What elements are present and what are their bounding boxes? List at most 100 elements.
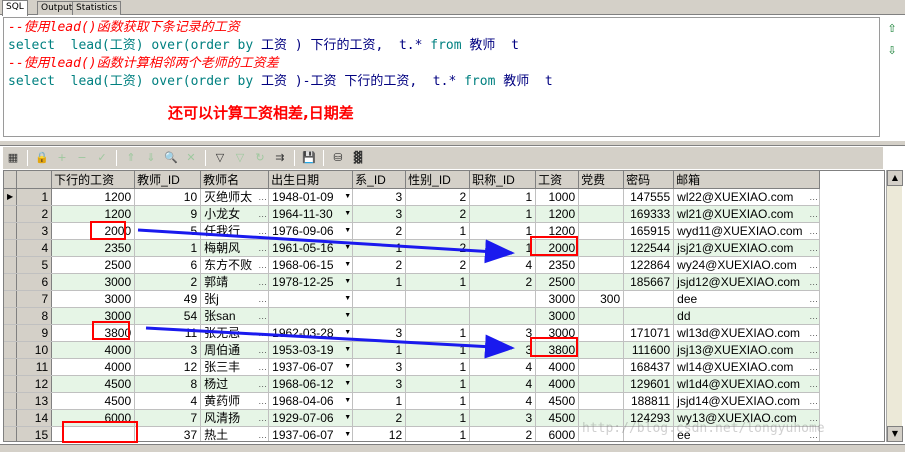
ellipsis-icon[interactable]: …: [258, 257, 267, 273]
table-cell[interactable]: 1937-06-07 ▼: [268, 426, 354, 441]
ellipsis-icon[interactable]: …: [258, 223, 267, 239]
table-cell[interactable]: wl1d4@XUEXIAO.com…: [673, 375, 821, 393]
table-cell[interactable]: jsjd12@XUEXIAO.com…: [673, 273, 821, 291]
table-cell[interactable]: [623, 290, 675, 308]
ellipsis-icon[interactable]: …: [809, 308, 818, 324]
table-cell[interactable]: 4000: [535, 375, 580, 393]
table-cell[interactable]: 4000: [535, 358, 580, 376]
table-cell[interactable]: 1978-12-25 ▼: [268, 273, 354, 291]
table-cell[interactable]: wy24@XUEXIAO.com…: [673, 256, 821, 274]
table-cell[interactable]: 1: [405, 341, 471, 359]
table-cell[interactable]: 2350: [535, 256, 580, 274]
table-cell[interactable]: 4500: [51, 375, 136, 393]
column-header[interactable]: 下行的工资: [51, 171, 136, 189]
table-cell[interactable]: 1200: [51, 188, 136, 206]
table-cell[interactable]: 3000: [535, 290, 580, 308]
table-cell[interactable]: 11: [134, 324, 202, 342]
table-cell[interactable]: dee…: [673, 290, 821, 308]
table-cell[interactable]: 3: [352, 375, 407, 393]
table-cell[interactable]: wl14@XUEXIAO.com…: [673, 358, 821, 376]
table-cell[interactable]: 111600: [623, 341, 675, 359]
table-cell[interactable]: 9: [134, 205, 202, 223]
ellipsis-icon[interactable]: …: [258, 308, 267, 324]
table-cell[interactable]: 张san…: [200, 307, 270, 325]
table-cell[interactable]: 张j…: [200, 290, 270, 308]
column-header[interactable]: 密码: [623, 171, 675, 189]
table-cell[interactable]: [578, 307, 625, 325]
table-cell[interactable]: 49: [134, 290, 202, 308]
table-row[interactable]: 6 3000 2 郭靖… 1978-12-25 ▼ 1 1 2 2500 185667 jsjd12@…: [4, 273, 821, 291]
table-cell[interactable]: 3: [469, 324, 537, 342]
table-cell[interactable]: 郭靖…: [200, 273, 270, 291]
table-cell[interactable]: ▼: [268, 290, 354, 308]
table-cell[interactable]: 37: [134, 426, 202, 441]
table-cell[interactable]: 热土…: [200, 426, 270, 441]
table-cell[interactable]: ▼: [268, 307, 354, 325]
table-row[interactable]: 10 4000 3 周伯通… 1953-03-19 ▼ 1 1 3 3800 111600 jsj13…: [4, 341, 821, 359]
ellipsis-icon[interactable]: …: [258, 376, 267, 392]
table-cell[interactable]: 1948-01-09 ▼: [268, 188, 354, 206]
dropdown-arrow-icon[interactable]: ▼: [344, 274, 351, 290]
table-cell[interactable]: [623, 307, 675, 325]
table-cell[interactable]: 3000: [51, 273, 136, 291]
ellipsis-icon[interactable]: …: [258, 342, 267, 358]
table-row[interactable]: 11 4000 12 张三丰… 1937-06-07 ▼ 3 1 4 4000 168437 wl14…: [4, 358, 821, 376]
tab-output[interactable]: Output: [37, 1, 77, 15]
refresh-icon[interactable]: ↻: [251, 149, 269, 167]
table-cell[interactable]: 1: [405, 358, 471, 376]
table-cell[interactable]: jsj21@XUEXIAO.com…: [673, 239, 821, 257]
table-cell[interactable]: 1968-06-12 ▼: [268, 375, 354, 393]
arrow-up-icon[interactable]: ⇧: [884, 22, 900, 36]
table-cell[interactable]: 1: [469, 222, 537, 240]
table-cell[interactable]: [405, 307, 471, 325]
table-cell[interactable]: 1000: [535, 188, 580, 206]
result-grid[interactable]: 下行的工资 教师_ID 教师名 出生日期 系_ID 性别_ID 职称_ID 工资 党费 密码 邮箱 …: [3, 170, 885, 442]
table-cell[interactable]: [578, 324, 625, 342]
table-row[interactable]: 3 2000 5 任我行… 1976-09-06 ▼ 2 1 1 1200 165915 wyd11@…: [4, 222, 821, 240]
table-cell[interactable]: jsjd14@XUEXIAO.com…: [673, 392, 821, 410]
table-cell[interactable]: [469, 307, 537, 325]
table-cell[interactable]: 3: [352, 205, 407, 223]
table-cell[interactable]: jsj13@XUEXIAO.com…: [673, 341, 821, 359]
table-cell[interactable]: [578, 188, 625, 206]
ellipsis-icon[interactable]: …: [258, 393, 267, 409]
tab-statistics[interactable]: Statistics: [72, 1, 122, 15]
ellipsis-icon[interactable]: …: [809, 223, 818, 239]
table-cell[interactable]: [578, 375, 625, 393]
sql-editor[interactable]: --使用lead()函数获取下条记录的工资 select lead(工资) ov…: [3, 17, 880, 137]
save-icon[interactable]: 💾: [300, 149, 318, 167]
table-cell[interactable]: 4: [469, 375, 537, 393]
table-cell[interactable]: wyd11@XUEXIAO.com…: [673, 222, 821, 240]
table-cell[interactable]: 2: [405, 188, 471, 206]
first-record-icon[interactable]: ⇑: [122, 149, 140, 167]
ellipsis-icon[interactable]: …: [258, 206, 267, 222]
table-cell[interactable]: 2: [405, 205, 471, 223]
table-cell[interactable]: 1: [405, 426, 471, 441]
table-cell[interactable]: 300: [578, 290, 625, 308]
scroll-down-icon[interactable]: ▼: [887, 426, 903, 442]
table-cell[interactable]: 1929-07-06 ▼: [268, 409, 354, 427]
dropdown-arrow-icon[interactable]: ▼: [344, 376, 351, 392]
table-cell[interactable]: 1: [405, 375, 471, 393]
table-cell[interactable]: 12: [352, 426, 407, 441]
database-icon[interactable]: ⛁: [329, 149, 347, 167]
table-cell[interactable]: 周伯通…: [200, 341, 270, 359]
chart-icon[interactable]: ▓: [349, 149, 367, 167]
table-cell[interactable]: 1968-04-06 ▼: [268, 392, 354, 410]
column-header[interactable]: 教师_ID: [134, 171, 202, 189]
table-row[interactable]: 4 2350 1 梅朝风… 1961-05-16 ▼ 1 2 1 2000 122544 jsj21@…: [4, 239, 821, 257]
post-edit-icon[interactable]: ✓: [93, 149, 111, 167]
table-cell[interactable]: 3: [352, 188, 407, 206]
table-cell[interactable]: 122864: [623, 256, 675, 274]
dropdown-arrow-icon[interactable]: ▼: [344, 257, 351, 273]
table-cell[interactable]: [578, 222, 625, 240]
table-row[interactable]: 7 3000 49 张j… ▼ 3000 300 dee…: [4, 290, 821, 308]
table-cell[interactable]: 灭绝师太…: [200, 188, 270, 206]
table-cell[interactable]: [405, 290, 471, 308]
table-cell[interactable]: 1: [469, 205, 537, 223]
table-cell[interactable]: 1976-09-06 ▼: [268, 222, 354, 240]
table-cell[interactable]: 171071: [623, 324, 675, 342]
ellipsis-icon[interactable]: …: [258, 410, 267, 426]
table-cell[interactable]: 3: [352, 358, 407, 376]
table-cell[interactable]: 2: [134, 273, 202, 291]
